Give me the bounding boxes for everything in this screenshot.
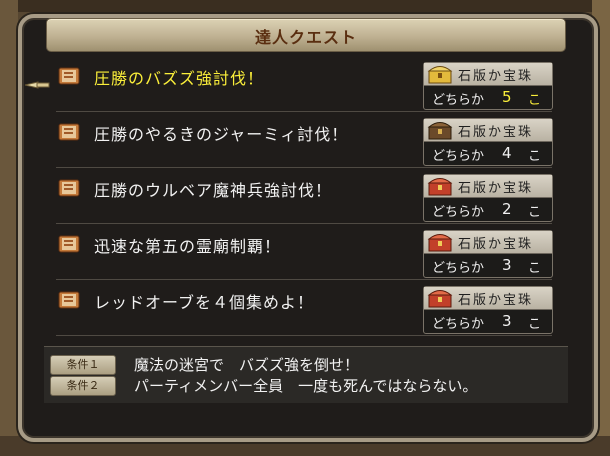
red-chest-icon (427, 234, 453, 252)
quest-book-icon (58, 291, 80, 309)
reward-unit: こ (528, 205, 542, 220)
reward-either-label: どちらか (432, 317, 485, 332)
reward-name: 石版か宝珠 (458, 125, 534, 140)
condition-text: パーティメンバー全員 一度も死んではならない。 (134, 377, 478, 395)
reward-header: 石版か宝珠 (424, 63, 552, 86)
reward-box: 石版か宝珠 どちらか 2 こ (423, 174, 553, 222)
reward-name: 石版か宝珠 (458, 237, 534, 252)
reward-header: 石版か宝珠 (424, 287, 552, 310)
quest-book-icon (58, 235, 80, 253)
condition-text: 魔法の迷宮で バズズ強を倒せ！ (134, 356, 360, 374)
quest-name: 圧勝のバズズ強討伐！ (94, 69, 265, 88)
reward-header: 石版か宝珠 (424, 231, 552, 254)
reward-box: 石版か宝珠 どちらか 3 こ (423, 230, 553, 278)
quest-book-icon (58, 67, 80, 85)
quest-row[interactable]: 圧勝のバズズ強討伐！ 石版か宝珠 どちらか 5 こ (56, 60, 553, 112)
reward-unit: こ (528, 261, 542, 276)
reward-either-label: どちらか (432, 261, 485, 276)
quest-name: 圧勝のウルベア魔神兵強討伐！ (94, 181, 333, 200)
quest-row[interactable]: 圧勝のウルベア魔神兵強討伐！ 石版か宝珠 どちらか 2 こ (56, 172, 553, 224)
quest-name: レッドオーブを４個集めよ！ (94, 293, 315, 312)
reward-either-label: どちらか (432, 149, 485, 164)
quest-name: 圧勝のやるきのジャーミィ討伐！ (94, 125, 349, 144)
reward-count: 3 (502, 256, 512, 274)
reward-name: 石版か宝珠 (458, 181, 534, 196)
reward-box: 石版か宝珠 どちらか 3 こ (423, 286, 553, 334)
reward-count: 3 (502, 312, 512, 330)
quest-name: 迅速な第五の霊廟制覇！ (94, 237, 282, 256)
condition-badge: 条件２ (50, 376, 116, 396)
condition-row: 条件２ パーティメンバー全員 一度も死んではならない。 (50, 376, 560, 396)
reward-header: 石版か宝珠 (424, 119, 552, 142)
reward-name: 石版か宝珠 (458, 293, 534, 308)
pointer-cursor-icon (24, 81, 50, 89)
quest-row[interactable]: 迅速な第五の霊廟制覇！ 石版か宝珠 どちらか 3 こ (56, 228, 553, 280)
reward-unit: こ (528, 149, 542, 164)
conditions-panel: 条件１ 魔法の迷宮で バズズ強を倒せ！ 条件２ パーティメンバー全員 一度も死ん… (44, 346, 568, 403)
title-bar: 達人クエスト (46, 18, 566, 52)
gold-chest-icon (427, 66, 453, 84)
reward-count: 4 (502, 144, 512, 162)
reward-name: 石版か宝珠 (458, 69, 534, 84)
reward-count: 5 (502, 88, 512, 106)
condition-row: 条件１ 魔法の迷宮で バズズ強を倒せ！ (50, 355, 560, 375)
condition-badge: 条件１ (50, 355, 116, 375)
red-chest-icon (427, 290, 453, 308)
reward-box: 石版か宝珠 どちらか 5 こ (423, 62, 553, 110)
reward-box: 石版か宝珠 どちらか 4 こ (423, 118, 553, 166)
reward-count: 2 (502, 200, 512, 218)
quest-row[interactable]: レッドオーブを４個集めよ！ 石版か宝珠 どちらか 3 こ (56, 284, 553, 336)
red-chest-icon (427, 178, 453, 196)
quest-book-icon (58, 179, 80, 197)
reward-unit: こ (528, 93, 542, 108)
reward-either-label: どちらか (432, 93, 485, 108)
bronze-chest-icon (427, 122, 453, 140)
quest-book-icon (58, 123, 80, 141)
reward-unit: こ (528, 317, 542, 332)
quest-row[interactable]: 圧勝のやるきのジャーミィ討伐！ 石版か宝珠 どちらか 4 こ (56, 116, 553, 168)
reward-header: 石版か宝珠 (424, 175, 552, 198)
reward-either-label: どちらか (432, 205, 485, 220)
window-title: 達人クエスト (254, 28, 357, 47)
